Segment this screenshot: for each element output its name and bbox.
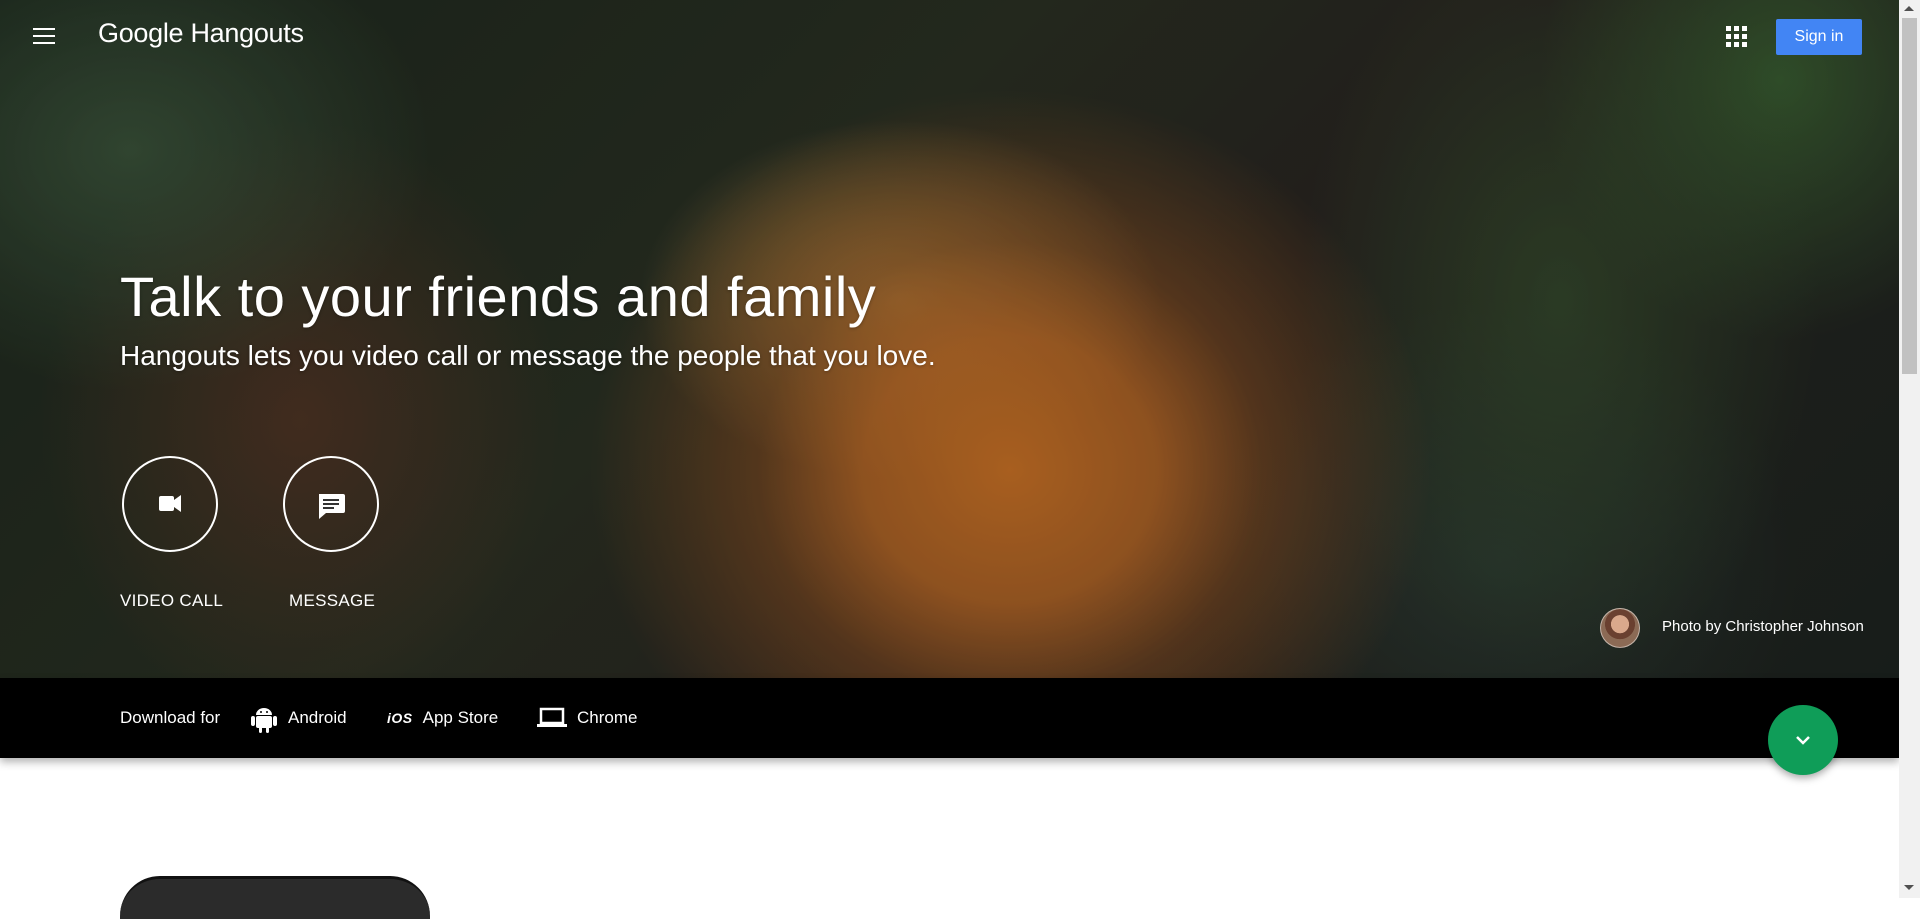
ios-icon: iOS	[387, 710, 413, 726]
video-call-label[interactable]: VIDEO CALL	[120, 591, 223, 611]
download-bar: Download for Android iOS App Store Chrom…	[0, 678, 1899, 758]
logo-product: Hangouts	[190, 18, 304, 48]
chat-message-icon	[319, 494, 345, 519]
page-title: Talk to your friends and family	[120, 265, 877, 328]
download-chrome-link[interactable]: Chrome	[537, 698, 637, 738]
hero-background	[0, 0, 1899, 678]
scrollbar-thumb[interactable]	[1902, 18, 1917, 374]
download-android-link[interactable]: Android	[250, 698, 347, 738]
photo-credit-text[interactable]: Photo by Christopher Johnson	[1662, 618, 1864, 635]
hero-section: Google Hangouts Sign in Talk to your fri…	[0, 0, 1899, 678]
avatar[interactable]	[1600, 608, 1640, 648]
message-label[interactable]: MESSAGE	[289, 591, 375, 611]
video-call-button[interactable]	[122, 456, 218, 552]
scroll-up-arrow[interactable]	[1904, 6, 1914, 11]
scrollbar[interactable]	[1899, 0, 1920, 898]
top-bar: Google Hangouts Sign in	[0, 0, 1899, 74]
menu-button[interactable]	[24, 20, 64, 52]
page-subtitle: Hangouts lets you video call or message …	[120, 340, 936, 371]
download-android-label: Android	[288, 708, 347, 727]
laptop-icon	[537, 707, 567, 729]
download-label: Download for	[120, 708, 221, 727]
hamburger-menu-icon	[33, 28, 55, 30]
android-icon	[250, 703, 278, 733]
sign-in-button[interactable]: Sign in	[1776, 19, 1862, 55]
download-app-store-label: App Store	[422, 708, 499, 727]
message-button[interactable]	[283, 456, 379, 552]
logo-google: Google	[98, 18, 184, 48]
download-chrome-label: Chrome	[577, 708, 638, 727]
videocam-icon	[159, 495, 181, 512]
apps-button[interactable]	[1724, 24, 1750, 50]
scroll-down-button[interactable]	[1768, 705, 1838, 775]
chevron-down-icon	[1796, 736, 1810, 745]
download-app-store-link[interactable]: iOS App Store	[387, 698, 498, 738]
scroll-down-arrow[interactable]	[1904, 885, 1914, 890]
logo[interactable]: Google Hangouts	[98, 18, 304, 49]
